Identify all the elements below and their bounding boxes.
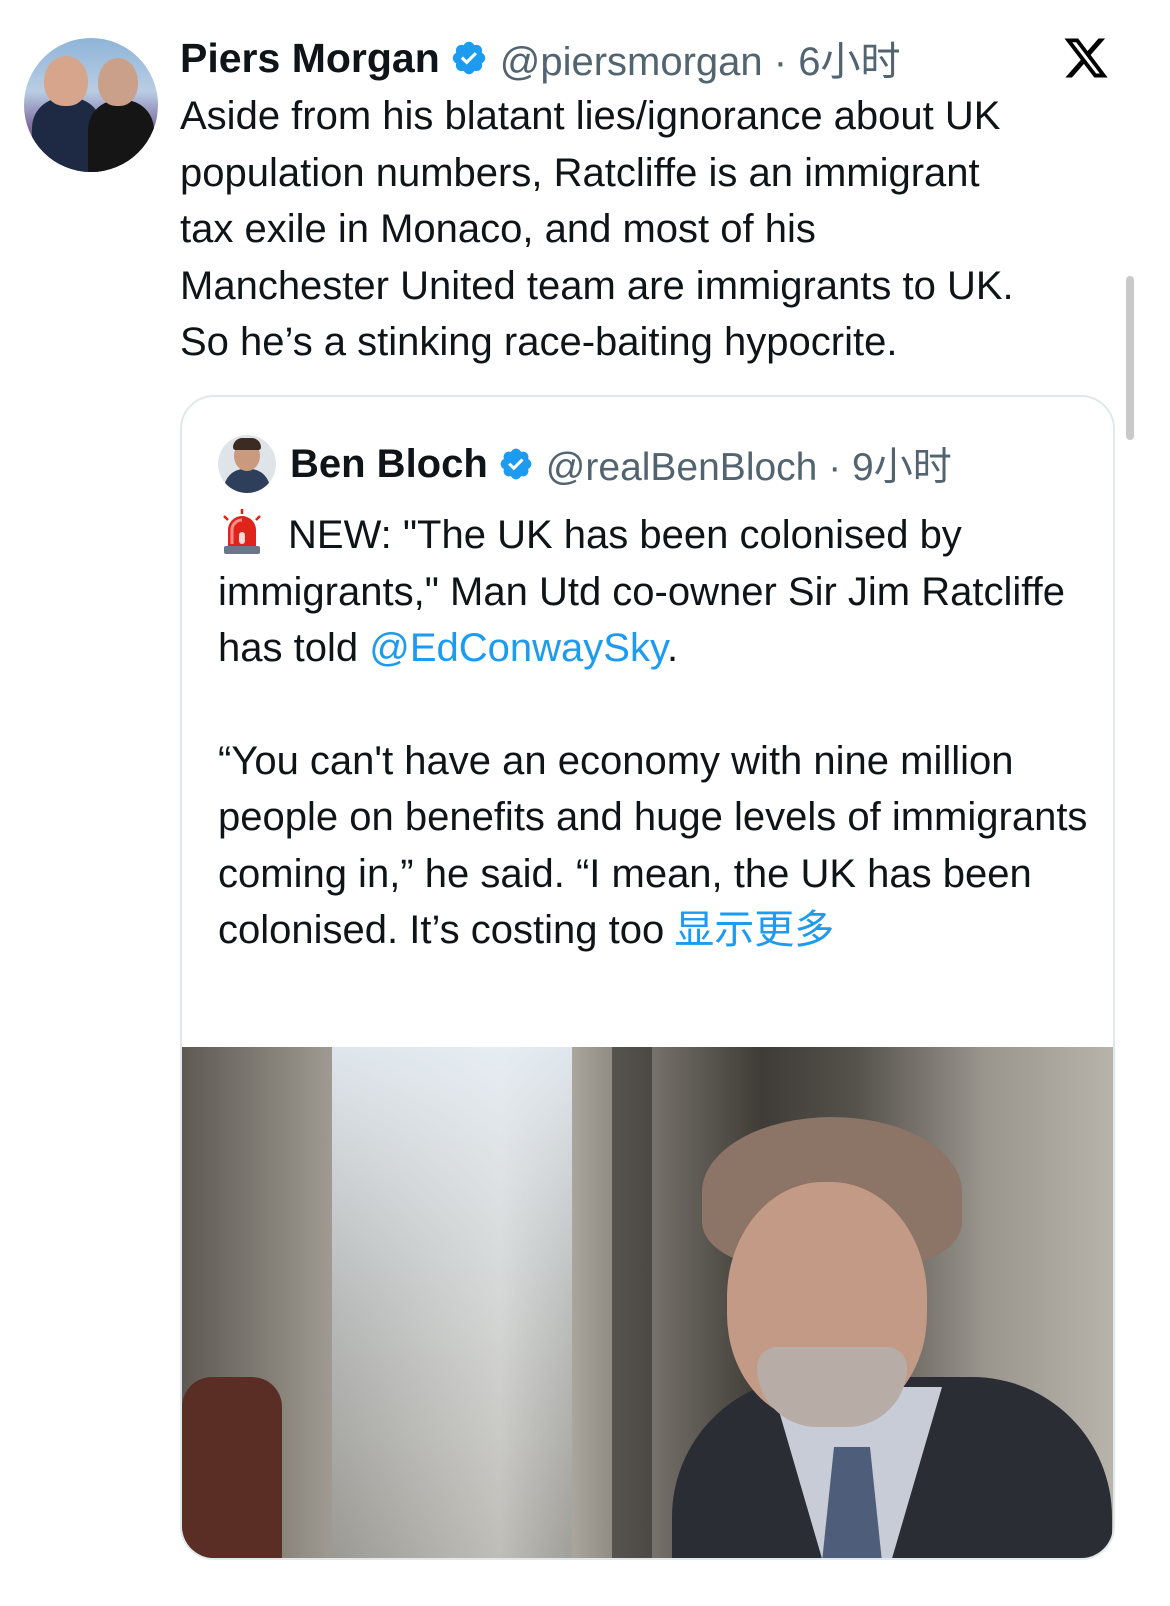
mention-link[interactable]: @EdConwaySky — [369, 626, 667, 670]
quoted-paragraph-2-text: “You can't have an economy with nine mil… — [218, 738, 1088, 953]
quoted-tweet-card[interactable]: Ben Bloch @realBenBloch · 9小时 NEW: "The … — [180, 395, 1115, 1560]
quoted-tweet-header: Ben Bloch @realBenBloch · 9小时 — [290, 435, 952, 493]
quoted-tweet-image[interactable] — [182, 1047, 1113, 1558]
quoted-tweet-text: NEW: "The UK has been colonised by immig… — [218, 507, 1098, 959]
quoted-paragraph-1-end: . — [666, 626, 679, 670]
quoted-author-avatar[interactable] — [218, 435, 276, 493]
author-name[interactable]: Piers Morgan — [180, 35, 440, 82]
show-more-link[interactable]: 显示更多 — [674, 908, 834, 952]
quoted-paragraph-1: NEW: "The UK has been colonised by immig… — [218, 507, 1098, 677]
quoted-author-handle-time[interactable]: @realBenBloch · 9小时 — [546, 436, 952, 492]
tweet-header: Piers Morgan @piersmorgan · 6小时 — [180, 30, 900, 86]
tweet-text: Aside from his blatant lies/ignorance ab… — [180, 94, 1014, 364]
scrollbar[interactable] — [1126, 276, 1134, 440]
verified-badge-icon — [452, 41, 485, 75]
quoted-paragraph-2: “You can't have an economy with nine mil… — [218, 733, 1098, 959]
quoted-author-name[interactable]: Ben Bloch — [290, 442, 488, 487]
author-avatar[interactable] — [24, 38, 158, 172]
verified-badge-icon — [500, 448, 532, 480]
author-handle-time[interactable]: @piersmorgan · 6小时 — [500, 29, 901, 87]
x-logo-icon[interactable] — [1060, 34, 1112, 82]
police-siren-icon — [223, 509, 261, 554]
